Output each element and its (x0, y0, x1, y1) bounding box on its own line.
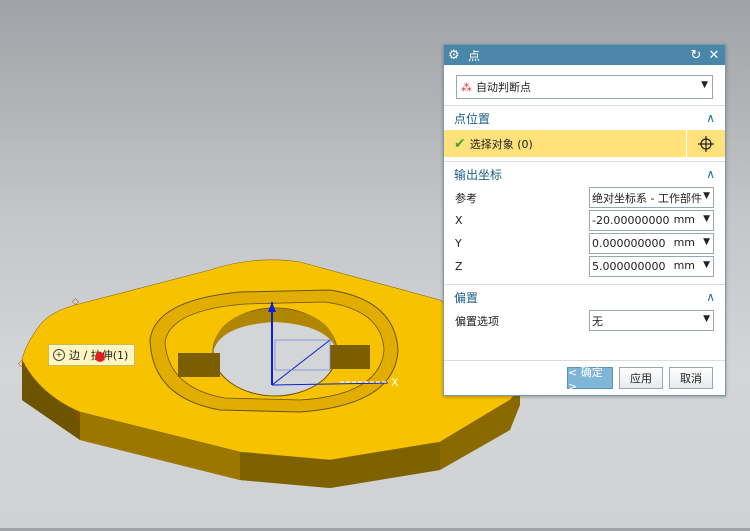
section-title: 偏置 (454, 290, 479, 305)
chevron-down-icon[interactable]: ▼ (703, 237, 710, 247)
x-row: X -20.00000000 mm ▼ (444, 209, 725, 232)
y-label: Y (455, 237, 462, 250)
reference-row: 参考 绝对坐标系 - 工作部件 ▼ (444, 186, 725, 209)
offset-row: 偏置选项 无 ▼ (444, 309, 725, 332)
chevron-down-icon: ▼ (701, 80, 708, 90)
inferred-point-icon: ⁂ (461, 80, 472, 94)
unit-label: mm (671, 213, 695, 226)
select-object-row[interactable]: ✔ 选择对象 (0) (444, 130, 725, 157)
reset-icon[interactable]: ↻ (689, 48, 703, 63)
collapse-icon[interactable]: ∧ (706, 290, 715, 304)
z-label: Z (455, 260, 463, 273)
point-constructor-button[interactable] (686, 130, 725, 157)
z-row: Z 5.000000000 mm ▼ (444, 255, 725, 278)
chevron-down-icon: ▼ (703, 191, 710, 201)
cursor-marker (95, 352, 105, 362)
reference-value: 绝对坐标系 - 工作部件 (592, 191, 702, 205)
chevron-down-icon: ▼ (703, 314, 710, 324)
dialog-title: 点 (468, 48, 481, 63)
point-location-header[interactable]: 点位置 ∧ (444, 106, 725, 130)
x-field[interactable]: -20.00000000 mm ▼ (589, 210, 714, 231)
x-value: -20.00000000 (592, 214, 670, 227)
y-field[interactable]: 0.000000000 mm ▼ (589, 233, 714, 254)
point-icon: + (53, 349, 65, 361)
offset-header[interactable]: 偏置 ∧ (444, 285, 725, 309)
cancel-button[interactable]: 取消 (669, 367, 713, 389)
crosshair-icon (698, 135, 714, 152)
offset-option-label: 偏置选项 (455, 314, 499, 328)
y-value: 0.000000000 (592, 237, 666, 250)
chevron-down-icon[interactable]: ▼ (703, 214, 710, 224)
point-dialog: ⚙ 点 ↻ ✕ ⁂ 自动判断点 ▼ 点位置 ∧ ✔ 选择对象 (0) 输出坐标 … (443, 44, 726, 396)
svg-text:◇: ◇ (72, 297, 79, 307)
z-value: 5.000000000 (592, 260, 666, 273)
offset-option-value: 无 (592, 314, 603, 328)
z-field[interactable]: 5.000000000 mm ▼ (589, 256, 714, 277)
unit-label: mm (671, 259, 695, 272)
collapse-icon[interactable]: ∧ (706, 167, 715, 181)
section-title: 点位置 (454, 111, 491, 126)
reference-label: 参考 (455, 191, 477, 205)
point-type-select[interactable]: ⁂ 自动判断点 ▼ (456, 75, 713, 99)
gear-icon[interactable]: ⚙ (448, 48, 464, 63)
x-axis-label: X (391, 376, 399, 389)
dialog-titlebar[interactable]: ⚙ 点 ↻ ✕ (444, 45, 725, 65)
select-object-label: 选择对象 (0) (469, 137, 533, 151)
y-row: Y 0.000000000 mm ▼ (444, 232, 725, 255)
edge-tooltip: + 边 / 拉伸(1) (48, 344, 136, 366)
collapse-icon[interactable]: ∧ (706, 111, 715, 125)
select-object-field[interactable]: ✔ 选择对象 (0) (444, 130, 686, 157)
close-icon[interactable]: ✕ (707, 48, 721, 63)
svg-text:◇: ◇ (75, 411, 82, 421)
section-title: 输出坐标 (454, 167, 503, 182)
type-section: ⁂ 自动判断点 ▼ (444, 65, 725, 106)
svg-text:◇: ◇ (18, 359, 25, 369)
ok-button[interactable]: < 确定 > (567, 366, 613, 393)
output-coords-header[interactable]: 输出坐标 ∧ (444, 162, 725, 186)
check-icon: ✔ (454, 135, 466, 152)
offset-option-select[interactable]: 无 ▼ (589, 310, 714, 331)
chevron-down-icon[interactable]: ▼ (703, 260, 710, 270)
apply-button[interactable]: 应用 (619, 367, 663, 389)
unit-label: mm (671, 236, 695, 249)
point-type-value: 自动判断点 (476, 81, 531, 94)
x-label: X (455, 214, 463, 227)
reference-select[interactable]: 绝对坐标系 - 工作部件 ▼ (589, 187, 714, 208)
dialog-button-bar: < 确定 > 应用 取消 (444, 360, 725, 395)
